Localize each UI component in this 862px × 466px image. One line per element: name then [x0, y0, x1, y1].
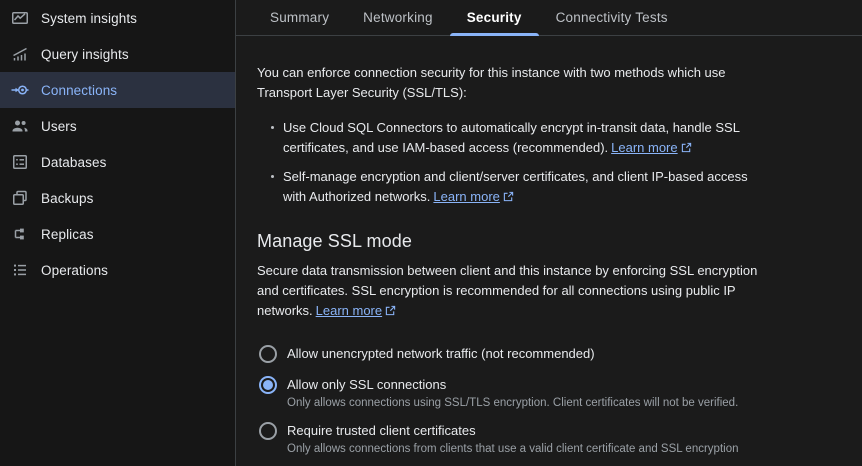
databases-icon [11, 153, 29, 171]
sidebar-item-label: Operations [41, 262, 109, 278]
sidebar-item-label: Users [41, 118, 77, 134]
main-panel: Summary Networking Security Connectivity… [236, 0, 862, 466]
external-link-icon [503, 190, 514, 205]
sidebar-item-connections[interactable]: Connections [0, 72, 235, 108]
tab-networking[interactable]: Networking [346, 0, 450, 35]
security-methods-list: Use Cloud SQL Connectors to automaticall… [271, 118, 772, 208]
radio-option-require-trusted-certs[interactable]: Require trusted client certificates Only… [259, 420, 772, 457]
sidebar-item-label: Query insights [41, 46, 129, 62]
radio-option-description: Only allows connections from clients tha… [287, 443, 739, 455]
security-tab-content: You can enforce connection security for … [236, 36, 772, 466]
external-link-icon [385, 304, 396, 319]
tab-security[interactable]: Security [449, 0, 539, 36]
sidebar-item-label: Databases [41, 154, 107, 170]
sidebar-item-system-insights[interactable]: System insights [0, 0, 235, 36]
learn-more-link[interactable]: Learn more [611, 140, 691, 155]
learn-more-link[interactable]: Learn more [316, 303, 396, 318]
cloud-sql-instance-page: System insights Query insights Connectio… [0, 0, 862, 466]
manage-ssl-mode-heading: Manage SSL mode [257, 231, 412, 251]
query-insights-icon [11, 45, 29, 63]
sidebar-item-label: Replicas [41, 226, 94, 242]
radio-option-label: Allow only SSL connections [287, 377, 447, 392]
system-insights-icon [11, 9, 29, 27]
radio-option-allow-unencrypted[interactable]: Allow unencrypted network traffic (not r… [259, 343, 772, 365]
sidebar: System insights Query insights Connectio… [0, 0, 236, 466]
tab-summary[interactable]: Summary [253, 0, 346, 35]
security-intro-text: You can enforce connection security for … [257, 65, 726, 100]
method-text: Self-manage encryption and client/server… [283, 169, 748, 204]
tab-connectivity-tests[interactable]: Connectivity Tests [539, 0, 685, 35]
tab-label: Connectivity Tests [555, 10, 668, 25]
sidebar-item-backups[interactable]: Backups [0, 180, 235, 216]
backups-icon [11, 189, 29, 207]
sidebar-item-query-insights[interactable]: Query insights [0, 36, 235, 72]
radio-unselected-icon [259, 345, 277, 363]
tab-label: Networking [363, 10, 433, 25]
radio-option-allow-only-ssl[interactable]: Allow only SSL connections Only allows c… [259, 374, 772, 411]
radio-selected-icon [259, 376, 277, 394]
radio-option-description: Only allows connections using SSL/TLS en… [287, 397, 739, 409]
sidebar-item-databases[interactable]: Databases [0, 144, 235, 180]
sidebar-item-operations[interactable]: Operations [0, 252, 235, 288]
learn-more-link[interactable]: Learn more [433, 189, 514, 205]
radio-option-label: Allow unencrypted network traffic (not r… [287, 346, 595, 361]
tab-label: Summary [270, 10, 330, 25]
ssl-mode-description: Secure data transmission between client … [257, 261, 772, 322]
method-item-cloud-sql-connectors: Use Cloud SQL Connectors to automaticall… [271, 118, 772, 159]
tab-bar: Summary Networking Security Connectivity… [236, 0, 862, 36]
tab-label: Security [466, 10, 522, 25]
sidebar-item-replicas[interactable]: Replicas [0, 216, 235, 252]
replicas-icon [11, 225, 29, 243]
ssl-mode-radio-group: Allow unencrypted network traffic (not r… [259, 343, 772, 457]
method-item-self-manage: Self-manage encryption and client/server… [271, 167, 772, 208]
sidebar-item-label: Backups [41, 190, 94, 206]
external-link-icon [681, 141, 692, 156]
users-icon [11, 117, 29, 135]
radio-unselected-icon [259, 422, 277, 440]
sidebar-item-label: Connections [41, 82, 118, 98]
connections-icon [11, 81, 29, 99]
radio-option-label: Require trusted client certificates [287, 423, 476, 438]
sidebar-item-users[interactable]: Users [0, 108, 235, 144]
sidebar-item-label: System insights [41, 10, 138, 26]
operations-icon [11, 261, 29, 279]
